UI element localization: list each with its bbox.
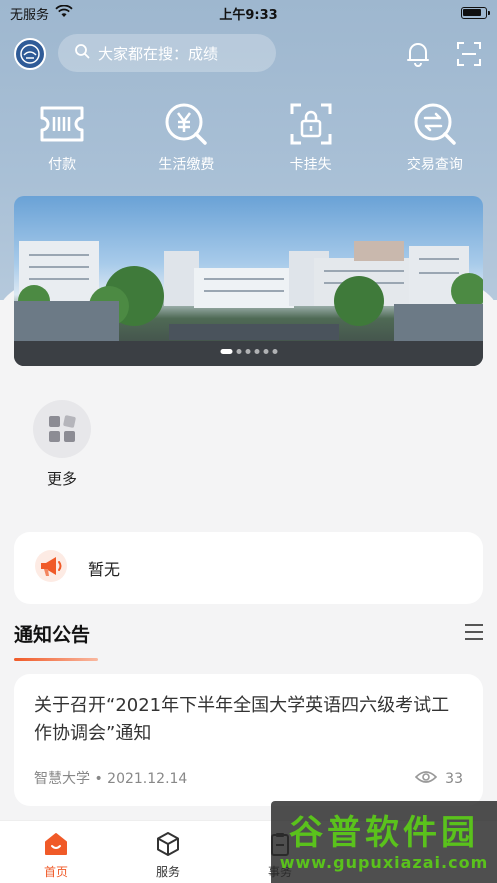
more-label: 更多 [46, 470, 77, 488]
ticket-icon [38, 100, 86, 148]
home-icon [43, 831, 69, 861]
apps-grid-icon [33, 400, 91, 458]
wifi-icon [55, 4, 73, 22]
yen-search-icon [162, 100, 210, 148]
tab-home[interactable]: 首页 [0, 821, 112, 883]
section-underline [14, 658, 98, 661]
carrier-label: 无服务 [10, 7, 50, 23]
tab-services[interactable]: 服务 [112, 821, 224, 883]
meta-separator: • [94, 771, 108, 787]
banner-dot[interactable] [220, 349, 232, 354]
megaphone-icon [34, 549, 68, 587]
quick-actions: 付款 生活缴费 卡挂失 交易查询 [0, 100, 497, 180]
quick-action-card-loss[interactable]: 卡挂失 [249, 100, 373, 180]
banner-dot[interactable] [236, 349, 241, 354]
quick-action-label: 交易查询 [406, 157, 463, 173]
quick-action-utilities[interactable]: 生活缴费 [124, 100, 248, 180]
tab-label: 首页 [43, 865, 68, 879]
quick-action-pay[interactable]: 付款 [0, 100, 124, 180]
notice-bar[interactable]: 暂无 [14, 532, 483, 604]
tab-label: 服务 [155, 865, 180, 879]
watermark-main: 谷普软件园 [289, 812, 479, 853]
view-count: 33 [445, 771, 463, 787]
banner-dot[interactable] [254, 349, 259, 354]
scan-icon[interactable] [455, 40, 483, 68]
card-lock-icon [287, 100, 335, 148]
university-logo[interactable] [14, 38, 46, 70]
more-button[interactable]: 更多 [32, 400, 92, 489]
transfer-search-icon [411, 100, 459, 148]
announcement-card[interactable]: 关于召开“2021年下半年全国大学英语四六级考试工作协调会”通知 智慧大学 • … [14, 674, 483, 806]
eye-icon [415, 770, 438, 788]
quick-action-label: 付款 [48, 157, 77, 173]
section-title: 通知公告 [14, 624, 91, 646]
campus-banner[interactable] [14, 196, 483, 366]
watermark-url: www.gupuxiazai.com [279, 852, 489, 872]
notice-text: 暂无 [88, 560, 121, 579]
campus-photo [14, 241, 483, 366]
banner-dot[interactable] [272, 349, 277, 354]
quick-action-transactions[interactable]: 交易查询 [373, 100, 497, 180]
announcement-meta: 智慧大学 • 2021.12.14 [34, 768, 187, 788]
battery-icon [461, 7, 490, 19]
announcement-source: 智慧大学 [34, 771, 90, 787]
announcement-date: 2021.12.14 [107, 771, 188, 787]
banner-pagination [220, 349, 277, 354]
banner-dot[interactable] [263, 349, 268, 354]
list-menu-icon[interactable] [465, 624, 483, 640]
search-icon [74, 43, 90, 63]
header: 大家都在搜：成绩 [0, 34, 497, 74]
watermark: 谷普软件园 www.gupuxiazai.com [271, 801, 497, 883]
announcement-views: 33 [415, 770, 463, 788]
search-bar[interactable]: 大家都在搜：成绩 [58, 34, 276, 72]
cube-icon [155, 831, 181, 861]
status-time: 上午9:33 [219, 7, 278, 23]
quick-action-label: 卡挂失 [289, 157, 332, 173]
quick-action-label: 生活缴费 [158, 157, 215, 173]
status-bar: 无服务 上午9:33 [0, 0, 497, 26]
search-placeholder: 大家都在搜：成绩 [98, 44, 219, 63]
bell-icon[interactable] [404, 40, 432, 68]
banner-dot[interactable] [245, 349, 250, 354]
announcement-title: 关于召开“2021年下半年全国大学英语四六级考试工作协调会”通知 [34, 695, 450, 744]
